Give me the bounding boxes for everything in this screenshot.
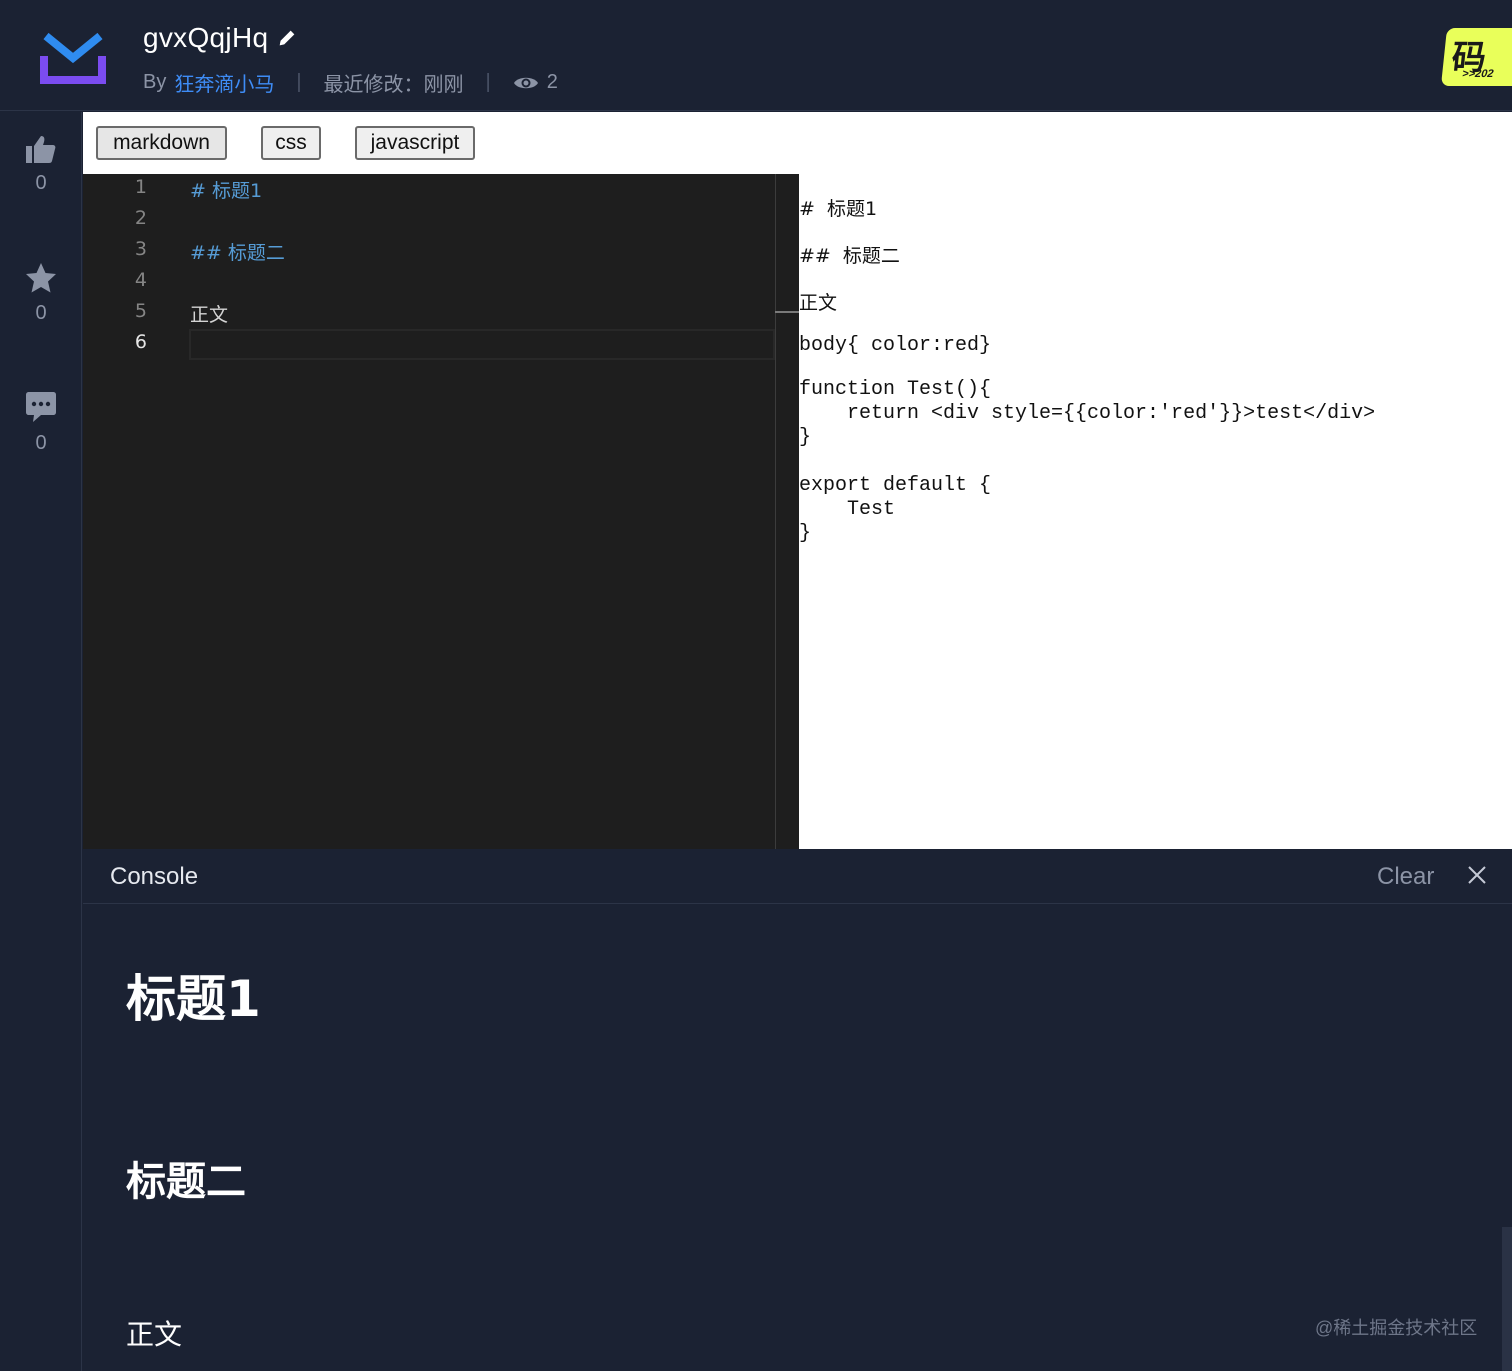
last-modified: 最近修改：刚刚 <box>323 74 464 96</box>
tab-markdown[interactable]: markdown <box>96 126 227 160</box>
editor-cursor-marker <box>775 311 799 313</box>
meta-divider: | <box>485 71 491 93</box>
console-heading-2: 标题二 <box>126 1159 246 1205</box>
line-number: 3 <box>134 238 147 260</box>
line-number: 1 <box>134 176 147 198</box>
project-title[interactable]: gvxQqjHq <box>143 22 268 54</box>
line-number: 2 <box>134 207 147 229</box>
line-text: 正文 <box>190 304 229 326</box>
line-number: 5 <box>134 300 147 322</box>
language-tabs: markdown css javascript <box>83 112 1512 174</box>
like-button[interactable]: 0 <box>0 134 82 195</box>
line-text: # 标题1 <box>190 180 263 202</box>
watermark: @稀土掘金技术社区 <box>1315 1318 1478 1338</box>
line-number: 6 <box>134 331 147 353</box>
meta-divider: | <box>296 71 302 93</box>
console-paragraph: 正文 <box>126 1318 183 1351</box>
comment-button[interactable]: 0 <box>0 390 82 455</box>
comment-icon <box>26 392 56 422</box>
editor-line: 3 ## 标题二 <box>83 238 799 269</box>
console-header: Console Clear <box>83 849 1512 904</box>
editor-line: 4 <box>83 269 799 300</box>
star-icon <box>26 263 56 293</box>
console-scrollbar[interactable] <box>1502 1227 1512 1371</box>
pencil-edit-icon[interactable] <box>276 27 298 49</box>
tab-css[interactable]: css <box>261 126 321 160</box>
preview-md-line-3: 正文 <box>799 292 838 314</box>
meta-row: By 狂奔滴小马 | 最近修改：刚刚 | 2 <box>143 68 558 97</box>
console-clear-button[interactable]: Clear <box>1377 863 1434 891</box>
thumbs-up-icon <box>26 136 56 163</box>
editor-line: 6 <box>83 331 799 362</box>
preview-css: body{ color:red} <box>799 334 992 357</box>
by-label: By <box>143 71 167 93</box>
favorite-button[interactable]: 0 <box>0 262 82 325</box>
app-logo-icon[interactable] <box>40 32 106 84</box>
view-count: 2 <box>513 71 558 94</box>
preview-pane: # 标题1 ## 标题二 正文 body{ color:red} functio… <box>799 174 1512 849</box>
badge-subtext: >>202 <box>1461 68 1495 80</box>
code-editor[interactable]: 1 # 标题1 2 3 ## 标题二 4 5 正文 6 <box>83 174 799 849</box>
view-count-value: 2 <box>546 71 558 93</box>
preview-js-export: export default { Test } <box>799 474 992 545</box>
editor-line: 5 正文 <box>83 300 799 331</box>
title-row: gvxQqjHq <box>143 22 298 54</box>
favorite-count: 0 <box>35 302 47 324</box>
console-heading-1: 标题1 <box>126 970 261 1028</box>
app-header: gvxQqjHq By 狂奔滴小马 | 最近修改：刚刚 | 2 码上 >>202 <box>0 0 1512 111</box>
event-badge[interactable]: 码上 >>202 <box>1440 28 1512 86</box>
tab-javascript[interactable]: javascript <box>355 126 475 160</box>
console-output: 标题1 标题二 正文 @稀土掘金技术社区 <box>83 905 1512 1371</box>
eye-icon <box>513 77 538 88</box>
line-number: 4 <box>134 269 147 291</box>
preview-md-line-1: # 标题1 <box>799 198 878 220</box>
editor-overview-ruler <box>775 174 776 849</box>
line-text: ## 标题二 <box>190 242 285 264</box>
author-link[interactable]: 狂奔滴小马 <box>174 68 274 97</box>
preview-js-function: function Test(){ return <div style={{col… <box>799 378 1376 449</box>
close-icon[interactable] <box>1467 865 1487 885</box>
editor-line: 1 # 标题1 <box>83 176 799 207</box>
comment-count: 0 <box>35 432 47 454</box>
left-action-rail: 0 0 0 <box>0 112 82 1371</box>
preview-md-line-2: ## 标题二 <box>799 245 900 267</box>
editor-line: 2 <box>83 207 799 238</box>
console-title: Console <box>110 863 199 890</box>
like-count: 0 <box>35 172 47 194</box>
